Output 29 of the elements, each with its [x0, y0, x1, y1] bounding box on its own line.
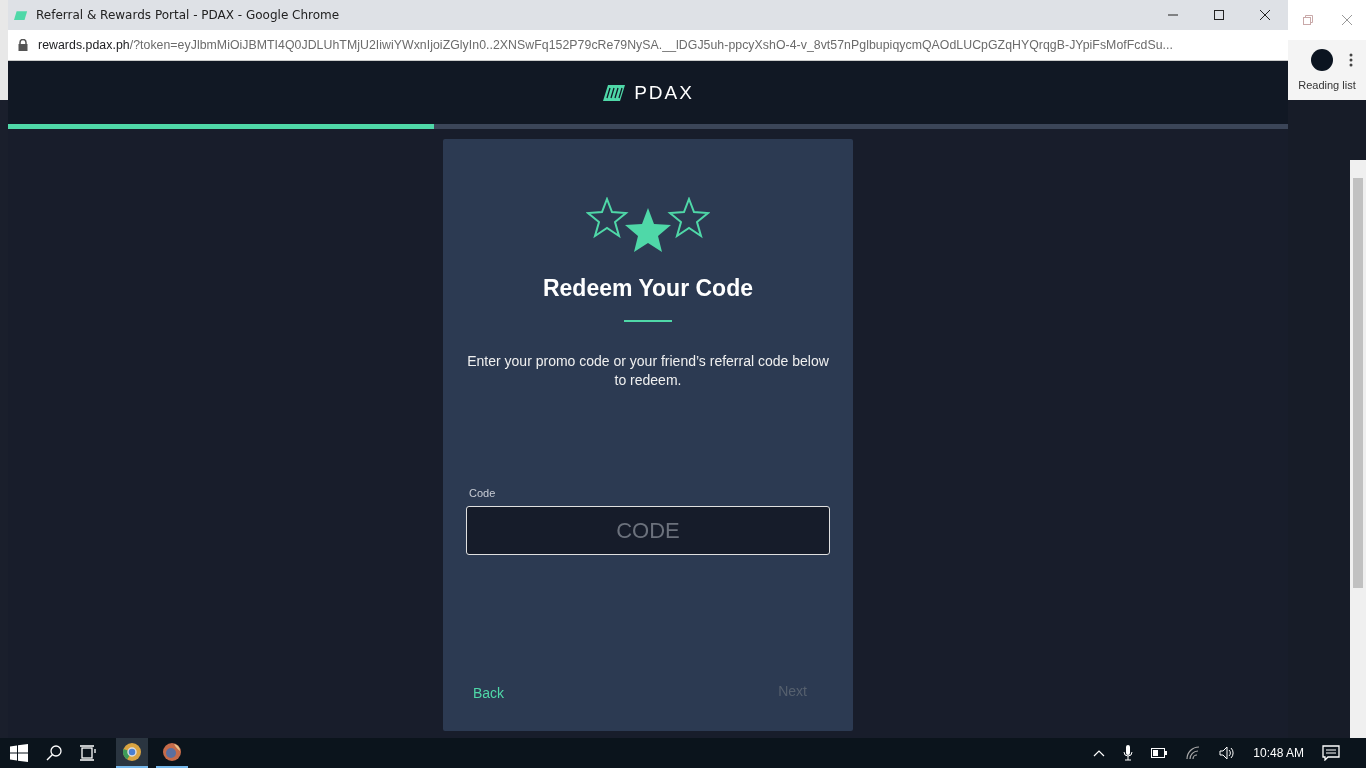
card-description: Enter your promo code or your friend’s referral code below to redeem. [466, 352, 830, 390]
back-button[interactable]: Back [471, 683, 507, 703]
speaker-icon[interactable] [1219, 746, 1236, 760]
reading-list-button[interactable]: Reading list [1298, 79, 1356, 91]
clock-text[interactable]: 10:48 AM [1253, 746, 1304, 760]
logo-icon [602, 83, 627, 102]
menu-icon[interactable] [1349, 53, 1353, 67]
scrollbar[interactable] [1350, 160, 1366, 738]
windows-start-icon[interactable] [10, 744, 28, 762]
notification-icon[interactable] [1322, 745, 1340, 761]
close-icon [1340, 14, 1353, 26]
wifi-icon[interactable] [1185, 746, 1202, 760]
card-title: Redeem Your Code [542, 275, 753, 302]
chevron-up-icon[interactable] [1093, 749, 1106, 757]
avatar-icon[interactable] [1311, 49, 1333, 71]
brand-name: PDAX [634, 81, 694, 104]
field-label: Code [469, 487, 496, 499]
lock-icon [18, 39, 28, 51]
close-icon[interactable] [1259, 9, 1271, 21]
task-view-icon[interactable] [80, 745, 98, 761]
restore-icon [1301, 14, 1314, 26]
search-icon[interactable] [46, 745, 62, 761]
browser-taskbar-icon[interactable] [116, 738, 148, 768]
microphone-icon[interactable] [1123, 745, 1134, 761]
logo-icon [14, 9, 28, 21]
battery-icon[interactable] [1151, 748, 1168, 758]
code-field[interactable]: CODE [466, 506, 830, 555]
window-title: Referral & Rewards Portal - PDAX - Google Chrome [36, 8, 340, 22]
maximize-icon[interactable] [1213, 9, 1225, 21]
